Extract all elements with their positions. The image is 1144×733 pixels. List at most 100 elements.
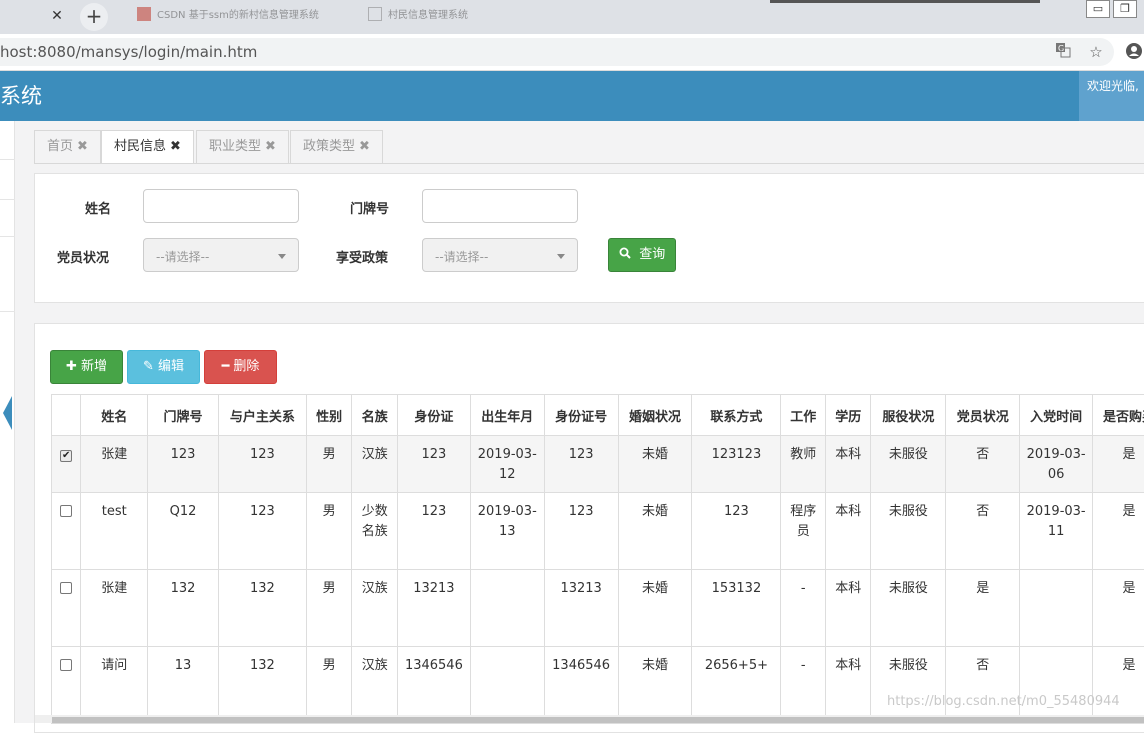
edit-button[interactable]: ✎编辑: [127, 350, 200, 384]
address-bar: host:8080/mansys/login/main.htm G ☆: [0, 34, 1144, 71]
table-cell: 2019-03-12: [470, 436, 544, 493]
table-cell: [470, 647, 544, 724]
column-header[interactable]: 与户主关系: [218, 395, 306, 436]
table-cell: 未婚: [618, 493, 692, 570]
browser-tab[interactable]: CSDN 基于ssm的新村信息管理系统: [137, 6, 337, 26]
sidebar-collapse-icon[interactable]: [3, 396, 12, 430]
close-icon[interactable]: ✖: [77, 139, 88, 154]
table-cell: 132: [218, 570, 306, 647]
column-header[interactable]: 党员状况: [946, 395, 1020, 436]
table-cell: 123: [544, 493, 618, 570]
star-icon[interactable]: ☆: [1086, 42, 1106, 62]
row-select-cell[interactable]: [52, 493, 81, 570]
table-row[interactable]: test Q12 123 男 少数名族 123 2019-03-13 123 未…: [52, 493, 1144, 570]
column-header[interactable]: 门牌号: [148, 395, 219, 436]
row-checkbox[interactable]: [60, 659, 72, 671]
table-cell: Q12: [148, 493, 219, 570]
sidebar-divider: [0, 159, 15, 160]
welcome-text: 欢迎光临,: [1087, 77, 1139, 94]
table-cell: 本科: [825, 436, 871, 493]
watermark-text: https://blog.csdn.net/m0_55480944: [887, 694, 1120, 709]
table-row[interactable]: 张建 132 132 男 汉族 13213 13213 未婚 153132 - …: [52, 570, 1144, 647]
tab-label: 村民信息: [114, 139, 166, 154]
close-icon[interactable]: ✖: [170, 139, 181, 154]
door-number-input[interactable]: [422, 189, 578, 223]
table-cell: 本科: [825, 493, 871, 570]
close-tab-icon[interactable]: ✕: [49, 8, 65, 24]
tab-home[interactable]: 首页✖: [34, 130, 101, 163]
column-header[interactable]: 联系方式: [692, 395, 781, 436]
column-header[interactable]: 工作: [781, 395, 826, 436]
column-header[interactable]: 服役状况: [871, 395, 946, 436]
table-cell: 123: [148, 436, 219, 493]
table-cell: 是: [1093, 493, 1144, 570]
table-cell: 否: [946, 436, 1020, 493]
row-checkbox[interactable]: [60, 505, 72, 517]
table-cell: test: [81, 493, 148, 570]
table-cell: 是: [1093, 436, 1144, 493]
table-cell: 未婚: [618, 570, 692, 647]
delete-button[interactable]: ━删除: [204, 350, 277, 384]
table-row[interactable]: 请问 13 132 男 汉族 1346546 1346546 未婚 2656+5…: [52, 647, 1144, 724]
table-cell: 本科: [825, 647, 871, 724]
table-cell: 未婚: [618, 647, 692, 724]
tab-policy-types[interactable]: 政策类型 ✖: [290, 130, 383, 163]
column-header[interactable]: 性别: [306, 395, 352, 436]
column-header[interactable]: 是否购买: [1093, 395, 1144, 436]
column-header[interactable]: 入党时间: [1020, 395, 1093, 436]
minimize-icon[interactable]: ▭: [1086, 0, 1110, 18]
party-status-select[interactable]: --请选择--: [143, 238, 299, 272]
column-header[interactable]: 名族: [352, 395, 398, 436]
column-header[interactable]: 学历: [825, 395, 871, 436]
close-icon[interactable]: ✖: [265, 139, 276, 154]
table-cell: 少数名族: [352, 493, 398, 570]
table-cell: 13: [148, 647, 219, 724]
table-cell: 汉族: [352, 436, 398, 493]
column-header[interactable]: 身份证: [397, 395, 470, 436]
table-row[interactable]: ✔ 张建 123 123 男 汉族 123 2019-03-12 123 未婚 …: [52, 436, 1144, 493]
user-panel[interactable]: 欢迎光临,: [1079, 71, 1144, 121]
row-select-cell[interactable]: ✔: [52, 436, 81, 493]
table-cell: 1346546: [397, 647, 470, 724]
policy-select[interactable]: --请选择--: [422, 238, 578, 272]
column-header[interactable]: 身份证号: [544, 395, 618, 436]
column-header[interactable]: 出生年月: [470, 395, 544, 436]
column-header[interactable]: 婚姻状况: [618, 395, 692, 436]
tab-occupation-types[interactable]: 职业类型✖: [196, 130, 289, 163]
table-cell: 2656+5+: [692, 647, 781, 724]
browser-tab[interactable]: 村民信息管理系统: [368, 6, 578, 26]
row-checkbox[interactable]: [60, 582, 72, 594]
row-select-cell[interactable]: [52, 647, 81, 724]
horizontal-scrollbar[interactable]: [52, 717, 1144, 723]
search-panel: 姓名 门牌号 党员状况 --请选择-- 享受政策 --请选择-- 查询: [34, 173, 1144, 303]
tab-label: 政策类型: [303, 139, 355, 154]
csdn-favicon-icon: [137, 7, 151, 21]
profile-icon[interactable]: [1124, 42, 1144, 62]
close-icon[interactable]: ✖: [359, 139, 370, 154]
sidebar-divider: [0, 311, 15, 312]
table-cell: 123: [218, 493, 306, 570]
plus-icon: ✚: [66, 359, 77, 374]
search-button[interactable]: 查询: [608, 238, 676, 272]
table-cell: 是: [1093, 570, 1144, 647]
row-checkbox[interactable]: ✔: [60, 450, 72, 462]
table-cell: 未服役: [871, 436, 946, 493]
select-value: --请选择--: [435, 248, 488, 265]
search-button-label: 查询: [639, 247, 665, 262]
table-cell: 123: [397, 436, 470, 493]
edit-button-label: 编辑: [158, 359, 184, 374]
tab-villagers[interactable]: 村民信息 ✖: [101, 130, 194, 164]
column-header[interactable]: 姓名: [81, 395, 148, 436]
restore-icon[interactable]: ❐: [1113, 0, 1137, 18]
main-content: 首页✖ 村民信息 ✖ 职业类型✖ 政策类型 ✖ 姓名 门牌号 党员状况 --请选择-…: [15, 121, 1144, 723]
row-select-cell[interactable]: [52, 570, 81, 647]
table-cell: 未服役: [871, 570, 946, 647]
table-cell: 123123: [692, 436, 781, 493]
name-input[interactable]: [143, 189, 299, 223]
new-tab-button[interactable]: +: [80, 3, 108, 31]
chevron-down-icon: [278, 254, 286, 259]
url-text[interactable]: host:8080/mansys/login/main.htm: [0, 43, 257, 61]
add-button[interactable]: ✚新增: [50, 350, 123, 384]
translate-icon[interactable]: G: [1053, 42, 1073, 62]
window-strip: [770, 0, 1040, 3]
